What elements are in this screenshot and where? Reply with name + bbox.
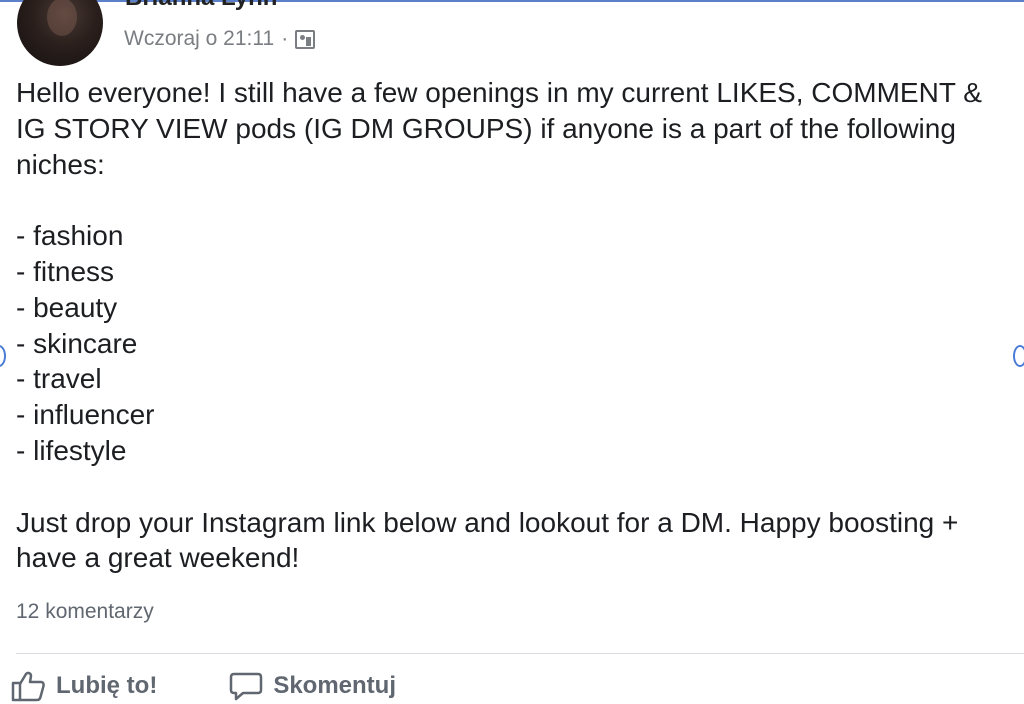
niche-list: - fashion - fitness - beauty - skincare … [16, 218, 1006, 469]
facebook-post: Brianna Lynn Wczoraj o 21:11 · Hello eve… [0, 0, 1024, 704]
post-intro: Hello everyone! I still have a few openi… [16, 77, 982, 180]
thumbs-up-icon [11, 671, 45, 702]
avatar-photo [47, 0, 77, 36]
list-item: - fitness [16, 255, 115, 287]
list-item: - skincare [16, 327, 138, 359]
list-item: - beauty [16, 291, 118, 323]
list-item: - lifestyle [16, 434, 127, 466]
post-timestamp[interactable]: Wczoraj o 21:11 [124, 27, 274, 51]
list-item: - travel [16, 363, 102, 395]
comment-count-link[interactable]: 12 komentarzy [16, 600, 154, 624]
like-button[interactable]: Lubię to! [10, 670, 157, 702]
list-item: - influencer [16, 399, 155, 431]
comment-bubble-icon [230, 672, 263, 701]
post-body: Hello everyone! I still have a few openi… [16, 75, 1006, 576]
post-author-name[interactable]: Brianna Lynn [125, 0, 277, 12]
comment-button[interactable]: Skomentuj [229, 670, 396, 702]
group-icon[interactable] [295, 29, 316, 49]
avatar[interactable] [17, 0, 103, 66]
divider [16, 653, 1024, 654]
like-label: Lubię to! [56, 672, 158, 699]
comment-label: Skomentuj [273, 672, 396, 699]
list-item: - fashion [16, 220, 124, 252]
selection-handle-right[interactable] [1013, 345, 1024, 367]
selection-handle-left[interactable] [0, 345, 6, 367]
post-outro: Just drop your Instagram link below and … [16, 506, 959, 574]
post-meta: Wczoraj o 21:11 · [124, 27, 316, 51]
post-actions: Lubię to! Skomentuj [10, 670, 396, 702]
meta-separator: · [281, 27, 289, 50]
